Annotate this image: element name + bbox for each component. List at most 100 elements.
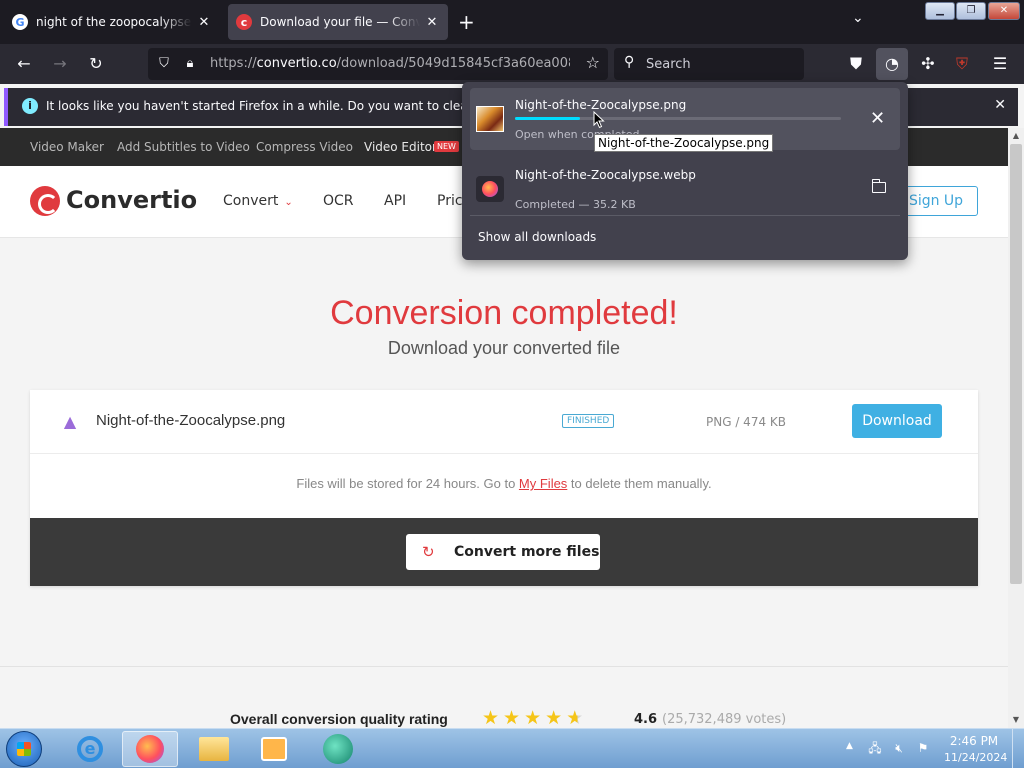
back-arrow-icon[interactable]: ←: [12, 52, 36, 76]
tab-close-icon[interactable]: ✕: [424, 15, 440, 30]
url-text[interactable]: https://convertio.co/download/5049d15845…: [210, 56, 570, 71]
status-badge: FINISHED: [562, 414, 615, 428]
show-desktop-button[interactable]: [1012, 729, 1024, 768]
tab-bar: G night of the zoopocalypse - Google Sea…: [0, 0, 1024, 44]
storage-note-text: to delete them manually.: [567, 476, 712, 491]
storage-note: Files will be stored for 24 hours. Go to…: [30, 476, 978, 491]
download-button[interactable]: Download: [852, 404, 942, 438]
download-status: Completed — 35.2 KB: [515, 198, 636, 211]
star-icon: ★: [503, 707, 525, 728]
rating-stars[interactable]: ★★★★★: [482, 707, 587, 728]
rating-label: Overall conversion quality rating: [230, 711, 448, 727]
tab-title: night of the zoopocalypse - Google Searc…: [36, 15, 192, 29]
search-input[interactable]: ⚲ Search: [614, 48, 804, 80]
rating-votes: (25,732,489 votes): [662, 712, 787, 727]
panel-separator: [470, 215, 900, 216]
info-icon: i: [22, 98, 38, 114]
page-title: Conversion completed!: [330, 294, 678, 332]
page-scrollbar[interactable]: ▲ ▼: [1008, 128, 1024, 728]
tray-expand-arrow-icon[interactable]: ▲: [846, 741, 853, 751]
storage-note-text: Files will be stored for 24 hours. Go to: [296, 476, 519, 491]
link-video-editor[interactable]: Video Editor: [364, 140, 437, 154]
convertio-logo-icon[interactable]: [30, 186, 60, 216]
reload-icon[interactable]: ↻: [84, 52, 108, 76]
new-badge: NEW: [434, 141, 459, 152]
windows-taskbar: e ▲ 🖧︎ 🔇︎ ⚑ 2:46 PM 11/24/2024: [0, 728, 1024, 768]
file-format-size: PNG / 474 KB: [706, 415, 787, 429]
internet-explorer-icon: e: [77, 736, 103, 762]
lock-icon[interactable]: 🔒︎: [180, 54, 200, 74]
convert-more-label: Convert more files: [454, 544, 600, 560]
ublock-origin-icon[interactable]: ⛨: [950, 52, 974, 76]
taskbar-app[interactable]: [310, 731, 366, 767]
windows-start-button[interactable]: [6, 731, 42, 767]
taskbar-file-explorer[interactable]: [186, 731, 242, 767]
download-progress-fill: [515, 117, 581, 120]
forward-arrow-icon[interactable]: →: [48, 52, 72, 76]
clock-time[interactable]: 2:46 PM: [946, 734, 1002, 748]
star-icon: ★: [566, 707, 588, 728]
link-compress-video[interactable]: Compress Video: [256, 140, 353, 154]
image-file-icon: ▲: [63, 412, 77, 431]
search-placeholder: Search: [646, 57, 691, 72]
my-files-link[interactable]: My Files: [519, 476, 567, 491]
nav-api[interactable]: API: [384, 193, 406, 209]
url-bar[interactable]: ⛉ 🔒︎ https://convertio.co/download/5049d…: [148, 48, 608, 80]
url-path: /download/5049d15845cf3a60ea00885: [336, 56, 570, 71]
download-item-webp[interactable]: Night-of-the-Zoocalypse.webp Completed —…: [470, 158, 900, 220]
file-name: Night-of-the-Zoocalypse.png: [96, 412, 286, 429]
nav-convert-label: Convert: [223, 193, 279, 209]
shield-icon[interactable]: ⛉: [154, 54, 174, 74]
link-add-subtitles[interactable]: Add Subtitles to Video: [117, 140, 250, 154]
show-in-folder-icon[interactable]: [871, 179, 886, 193]
taskbar-media-player[interactable]: [246, 731, 302, 767]
star-icon: ★: [482, 707, 504, 728]
volume-muted-icon[interactable]: 🔇︎: [892, 741, 906, 755]
section-divider: [0, 666, 1008, 667]
image-thumbnail-icon: [476, 106, 504, 132]
download-file-name: Night-of-the-Zoocalypse.png: [515, 98, 687, 112]
downloads-progress-icon[interactable]: ◔: [876, 48, 908, 80]
network-icon[interactable]: 🖧︎: [868, 741, 882, 755]
tab-close-icon[interactable]: ✕: [196, 15, 212, 30]
window-restore-button[interactable]: ❐: [956, 2, 986, 20]
convertio-favicon-icon: c: [236, 14, 252, 30]
list-all-tabs-chevron-icon[interactable]: ⌄: [852, 10, 864, 26]
pocket-icon[interactable]: ⛊: [844, 52, 868, 76]
nav-convert[interactable]: Convert ⌄: [223, 193, 293, 209]
star-icon: ★: [545, 707, 567, 728]
window-close-button[interactable]: ✕: [988, 2, 1020, 20]
taskbar-firefox[interactable]: [122, 731, 178, 767]
extensions-puzzle-icon[interactable]: ✣: [916, 52, 940, 76]
bookmark-star-icon[interactable]: ☆: [586, 53, 600, 72]
cancel-download-icon[interactable]: ✕: [870, 110, 885, 128]
scrollbar-thumb[interactable]: [1010, 144, 1022, 584]
tab-title: Download your file — Convertio: [260, 15, 420, 29]
url-host: convertio.co: [256, 56, 337, 71]
scroll-up-arrow-icon[interactable]: ▲: [1008, 128, 1024, 144]
google-favicon-icon: G: [12, 14, 28, 30]
nav-pricing[interactable]: Pric: [437, 193, 463, 209]
page-subtitle: Download your converted file: [387, 338, 621, 358]
window-minimize-button[interactable]: ▁: [925, 2, 955, 20]
file-row: ▲ Night-of-the-Zoocalypse.png FINISHED P…: [30, 390, 978, 454]
convert-more-files-button[interactable]: ↻ Convert more files: [406, 534, 600, 570]
file-name-tooltip: Night-of-the-Zoocalypse.png: [594, 134, 774, 152]
nav-ocr[interactable]: OCR: [323, 193, 354, 209]
media-player-icon: [261, 737, 287, 761]
rating-value: 4.6: [634, 712, 658, 727]
hamburger-menu-icon[interactable]: ☰: [988, 52, 1012, 76]
tab-google-search[interactable]: G night of the zoopocalypse - Google Sea…: [4, 4, 220, 40]
action-center-flag-icon[interactable]: ⚑: [916, 741, 930, 755]
taskbar-internet-explorer[interactable]: e: [62, 731, 118, 767]
notification-text: It looks like you haven't started Firefo…: [46, 99, 527, 113]
notification-close-icon[interactable]: ✕: [994, 97, 1006, 113]
show-all-downloads-link[interactable]: Show all downloads: [478, 230, 596, 244]
link-video-maker[interactable]: Video Maker: [30, 140, 104, 154]
scroll-down-arrow-icon[interactable]: ▼: [1008, 712, 1024, 728]
tab-convertio-download[interactable]: c Download your file — Convertio ✕: [228, 4, 448, 40]
new-tab-button[interactable]: +: [458, 10, 475, 34]
search-icon: ⚲: [624, 54, 635, 70]
clock-date[interactable]: 11/24/2024: [944, 751, 1007, 764]
site-logo-text[interactable]: Convertio: [66, 186, 197, 214]
